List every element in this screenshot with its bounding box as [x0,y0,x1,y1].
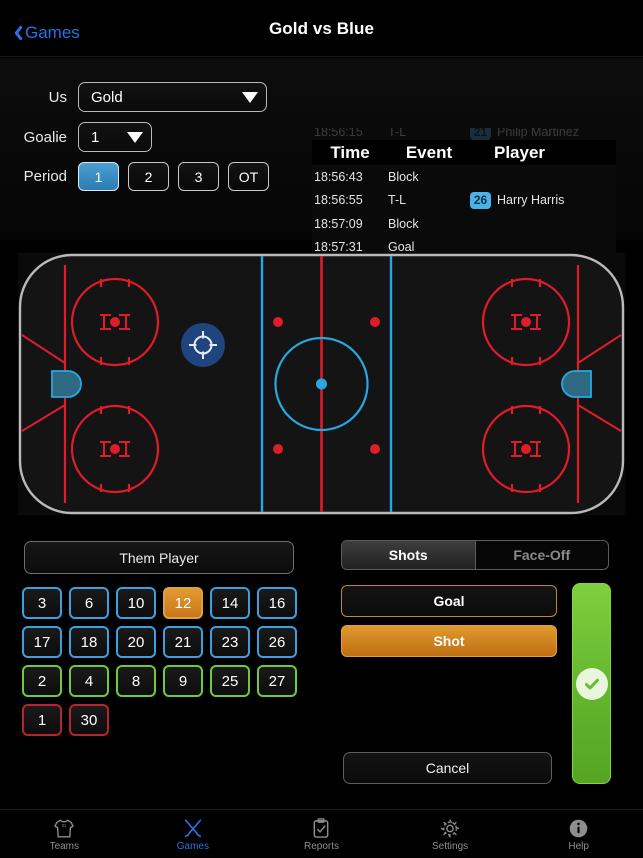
event-time: 18:56:55 [314,193,363,208]
goalie-value: 1 [91,128,100,146]
shot-button[interactable]: Shot [341,625,557,657]
goalie-label: Goalie [23,128,67,146]
player-number-button-2[interactable]: 2 [22,665,62,697]
segment-shots[interactable]: Shots [342,541,476,569]
scrolled-row-player: Philip Martinez [497,128,579,139]
chevron-left-icon [10,24,21,42]
them-player-button[interactable]: Them Player [24,541,294,574]
back-button[interactable]: Games [10,23,80,43]
period-button-ot[interactable]: OT [228,162,269,191]
column-header-time: Time [330,142,370,162]
stat-type-segmented-control: Shots Face-Off [341,540,609,570]
player-number-button-1[interactable]: 1 [22,704,62,736]
player-number-row: 3 6 10 12 14 16 [22,587,322,619]
hockey-sticks-icon [182,816,204,839]
jersey-badge: 26 [470,191,491,209]
period-button-3[interactable]: 3 [178,162,219,191]
tab-label: Reports [303,841,339,852]
scrolled-row-event: T-L [388,128,407,139]
info-icon [568,816,589,839]
us-label: Us [48,88,67,106]
player-number-row: 2 4 8 9 25 27 [22,665,322,697]
tab-label: Teams [49,841,80,852]
player-number-button-14[interactable]: 14 [210,587,250,619]
tab-bar: 01 Teams Games Reports Settings Help [0,809,643,858]
player-number-button-3[interactable]: 3 [22,587,62,619]
svg-text:01: 01 [62,823,67,828]
player-number-button-26[interactable]: 26 [257,626,297,658]
player-number-button-10[interactable]: 10 [116,587,156,619]
tab-help[interactable]: Help [514,816,643,852]
checkmark-icon [575,667,608,700]
event-type: Block [388,169,419,184]
player-number-button-12[interactable]: 12 [163,587,203,619]
us-team-dropdown[interactable]: Gold [78,82,267,112]
player-number-button-30[interactable]: 30 [69,704,109,736]
segment-face-off[interactable]: Face-Off [476,541,609,569]
us-team-value: Gold [91,88,123,106]
player-number-row: 17 18 20 21 23 26 [22,626,322,658]
navigation-bar: Gold vs Blue Games [0,0,643,57]
tab-label: Settings [432,841,469,852]
event-player: 26 Harry Harris [470,191,616,209]
tab-reports[interactable]: Reports [257,816,386,852]
player-number-button-17[interactable]: 17 [22,626,62,658]
rink-svg [18,253,625,515]
goal-button[interactable]: Goal [341,585,557,617]
player-number-button-4[interactable]: 4 [69,665,109,697]
chevron-down-icon [127,131,143,143]
jersey-icon: 01 [53,816,75,839]
shot-location-crosshair [181,323,225,367]
event-row[interactable]: 18:56:43 Block [312,165,616,189]
player-number-button-8[interactable]: 8 [116,665,156,697]
player-number-button-6[interactable]: 6 [69,587,109,619]
page-title: Gold vs Blue [268,18,375,38]
cancel-button[interactable]: Cancel [343,752,552,784]
player-number-button-21[interactable]: 21 [163,626,203,658]
rink-diagram[interactable] [18,253,625,515]
event-row[interactable]: 18:57:09 Block [312,212,616,236]
event-type: Block [388,216,419,231]
period-row: Period 1 2 3 OT [12,162,269,191]
bottom-panel: Them Player 3 6 10 12 14 16 17 18 20 21 23 26 2 4 8 9 25… [0,525,643,810]
player-number-row: 1 30 [22,704,322,736]
player-number-button-23[interactable]: 23 [210,626,250,658]
goalie-row: Goalie 1 [12,122,152,152]
goalie-dropdown[interactable]: 1 [78,122,152,152]
tab-label: Games [176,841,209,852]
event-type: T-L [388,193,407,208]
player-number-grid: 3 6 10 12 14 16 17 18 20 21 23 26 2 4 8 9 25 27 1 30 [22,587,322,743]
column-header-player: Player [494,142,546,162]
top-controls-area: Us Gold Goalie 1 Period 1 2 3 OT 18:56:15 T… [0,58,643,293]
tab-label: Help [568,841,589,852]
event-time: 18:57:09 [314,216,363,231]
player-number-button-20[interactable]: 20 [116,626,156,658]
player-number-button-16[interactable]: 16 [257,587,297,619]
period-label: Period [23,168,67,185]
column-header-event: Event [405,142,453,162]
player-number-button-25[interactable]: 25 [210,665,250,697]
scrolled-row-time: 18:56:15 [314,128,363,139]
event-time: 18:56:43 [314,169,363,184]
tab-teams[interactable]: 01 Teams [0,816,129,852]
period-button-2[interactable]: 2 [128,162,169,191]
confirm-button[interactable] [572,583,611,784]
back-button-label: Games [25,23,80,42]
us-team-row: Us Gold [12,82,267,112]
event-log-header: Time Event Player [312,140,616,165]
scrolled-row-jersey: 21 [470,128,491,141]
period-selector: 1 2 3 OT [78,162,269,191]
tab-settings[interactable]: Settings [386,816,515,852]
player-number-button-9[interactable]: 9 [163,665,203,697]
app-root: Gold vs Blue Games Us Gold Goalie 1 Peri… [0,0,643,858]
chevron-down-icon [242,91,258,103]
player-number-button-27[interactable]: 27 [257,665,297,697]
player-name: Harry Harris [497,193,565,208]
tab-games[interactable]: Games [129,816,258,852]
clipboard-icon [311,816,331,839]
period-button-1[interactable]: 1 [78,162,119,191]
event-row[interactable]: 18:56:55 T-L 26 Harry Harris [312,189,616,213]
player-number-button-18[interactable]: 18 [69,626,109,658]
gear-icon [439,816,461,839]
